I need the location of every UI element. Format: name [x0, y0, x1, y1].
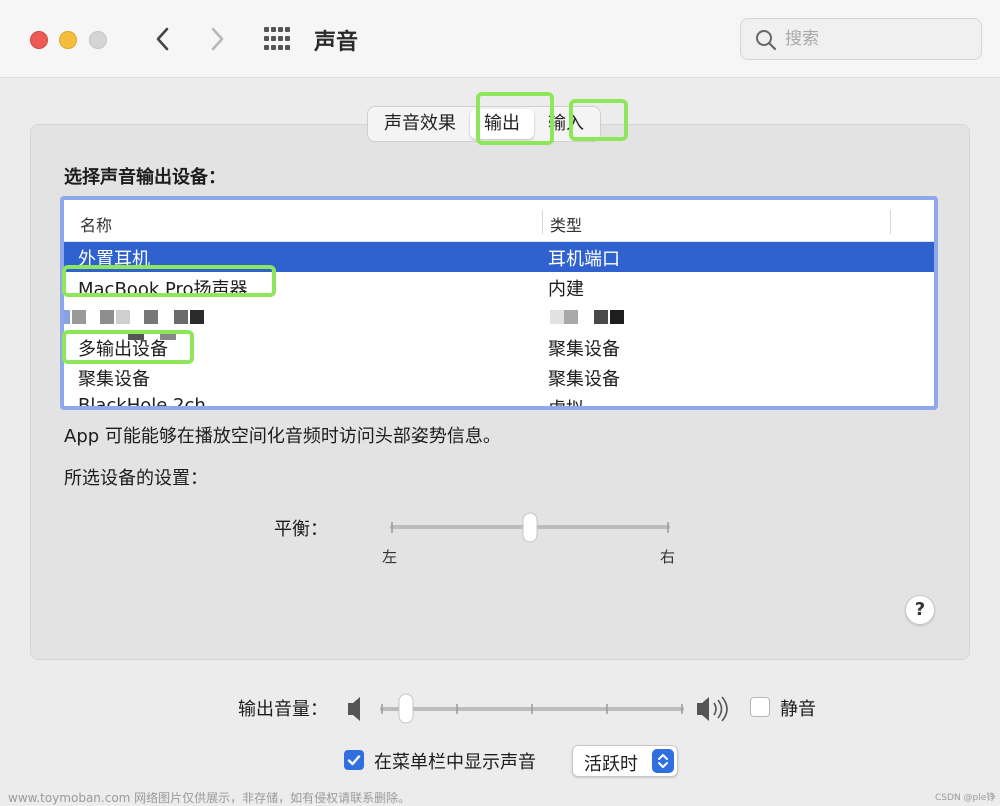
credit-text: CSDN @ple铮 — [935, 793, 996, 803]
device-settings-label: 所选设备的设置： — [64, 468, 208, 489]
grid-icon — [264, 27, 290, 50]
table-header: 名称 类型 — [64, 200, 934, 242]
chevron-left-icon — [156, 27, 169, 51]
device-type: 内建 — [548, 279, 584, 300]
volume-knob[interactable] — [398, 693, 414, 724]
search-icon — [756, 30, 777, 51]
redacted-block — [64, 310, 70, 324]
watermark-text: www.toymoban.com 网络图片仅供展示，非存储，如有侵权请联系删除。 — [8, 791, 411, 805]
show-in-menubar-checkbox[interactable] — [344, 750, 364, 770]
mute-checkbox[interactable] — [750, 697, 770, 717]
highlight-tab-input — [569, 99, 628, 141]
balance-knob[interactable] — [522, 512, 538, 543]
redacted-block — [190, 310, 204, 324]
output-device-table[interactable]: 名称 类型 外置耳机 耳机端口 MacBook Pro扬声器 内建 多输出设备 … — [60, 196, 938, 410]
balance-slider-track — [390, 512, 670, 543]
column-header-type[interactable]: 类型 — [550, 212, 582, 236]
tab-sound-effects[interactable]: 声音效果 — [370, 109, 470, 139]
output-device-label: 选择声音输出设备： — [64, 167, 226, 188]
output-volume-label: 输出音量： — [238, 699, 328, 720]
device-type: 聚集设备 — [548, 369, 620, 390]
close-button[interactable] — [30, 31, 48, 49]
chevron-right-icon — [211, 27, 224, 51]
forward-button[interactable] — [202, 22, 232, 56]
popup-value: 活跃时 — [584, 754, 638, 775]
search-input[interactable] — [785, 27, 965, 51]
redacted-block — [564, 310, 578, 324]
title-bar: 声音 — [0, 0, 1000, 78]
search-field[interactable] — [740, 18, 982, 60]
window-title: 声音 — [314, 30, 359, 55]
back-button[interactable] — [148, 22, 178, 56]
highlight-row-macbook-speaker — [62, 265, 276, 297]
redacted-block — [100, 310, 114, 324]
column-header-name[interactable]: 名称 — [80, 212, 112, 236]
highlight-tab-output — [476, 92, 554, 145]
table-row[interactable]: 多输出设备 聚集设备 — [64, 332, 934, 362]
popup-arrows — [652, 749, 674, 773]
redacted-block — [116, 310, 130, 324]
balance-left-label: 左 — [382, 548, 398, 566]
redacted-block — [594, 310, 608, 324]
show-all-button[interactable] — [262, 26, 294, 52]
menubar-visibility-popup[interactable]: 活跃时 — [572, 745, 678, 777]
checkmark-icon — [347, 755, 361, 766]
mute-label: 静音 — [780, 699, 816, 720]
redacted-block — [550, 310, 564, 324]
spatial-audio-note: App 可能能够在播放空间化音频时访问头部姿势信息。 — [64, 426, 501, 447]
highlight-row-multi-output — [62, 330, 194, 364]
balance-right-label: 右 — [660, 548, 676, 566]
help-button[interactable]: ? — [905, 595, 935, 625]
zoom-button[interactable] — [89, 31, 107, 49]
device-type: 耳机端口 — [548, 249, 620, 270]
redacted-block — [144, 310, 158, 324]
device-name: 聚集设备 — [78, 369, 150, 390]
device-type: 聚集设备 — [548, 339, 620, 360]
balance-slider[interactable] — [380, 510, 680, 550]
output-volume-track — [348, 693, 728, 724]
table-row[interactable]: BlackHole 2ch 虚拟 — [64, 392, 934, 410]
column-divider — [542, 210, 543, 234]
speaker-high-icon — [697, 696, 728, 722]
column-divider — [890, 210, 891, 234]
show-in-menubar-label: 在菜单栏中显示声音 — [374, 752, 536, 773]
redacted-block — [72, 310, 86, 324]
output-volume-slider[interactable] — [345, 690, 735, 728]
table-row[interactable]: 聚集设备 聚集设备 — [64, 362, 934, 392]
device-name: BlackHole 2ch — [78, 395, 206, 410]
balance-label: 平衡： — [274, 519, 328, 540]
table-row-redacted[interactable] — [64, 302, 934, 332]
up-down-chevron-icon — [658, 754, 668, 768]
redacted-block — [174, 310, 188, 324]
device-type: 虚拟 — [548, 399, 584, 410]
speaker-low-icon — [348, 697, 360, 721]
minimize-button[interactable] — [59, 31, 77, 49]
redacted-block — [610, 310, 624, 324]
